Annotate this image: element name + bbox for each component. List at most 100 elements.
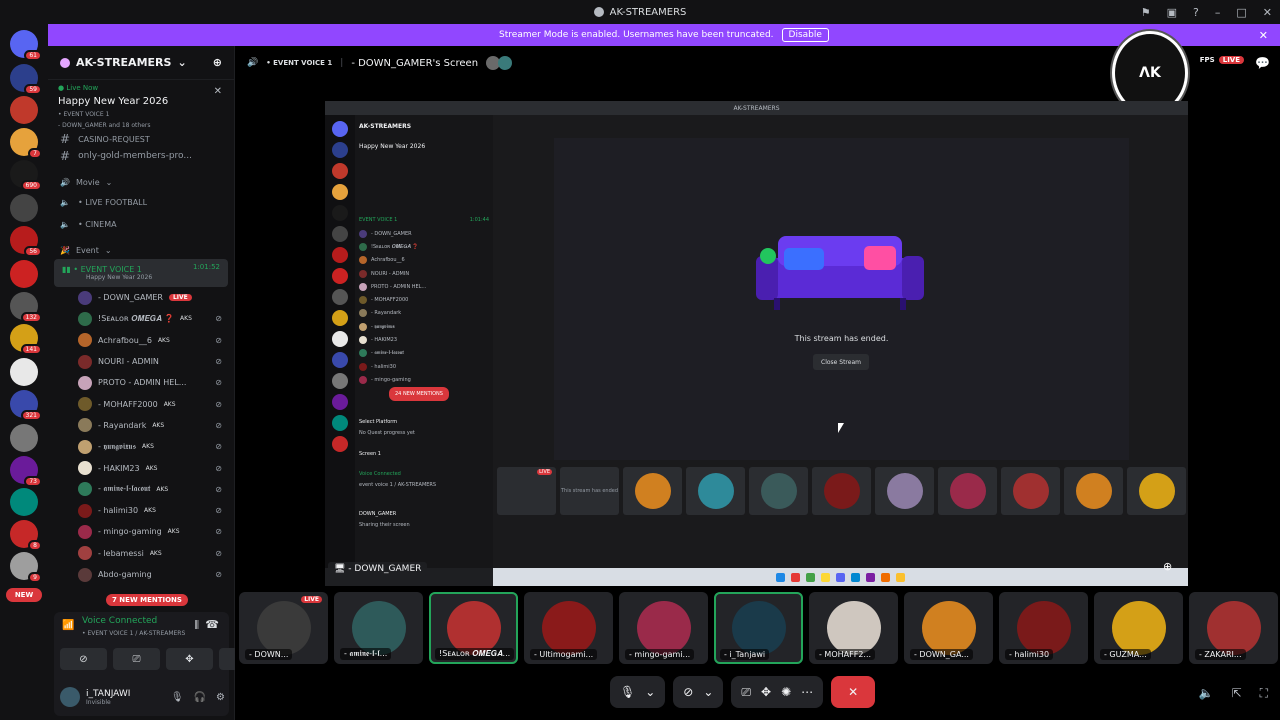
share-screen-button[interactable]: ⎚ — [113, 648, 160, 670]
voice-member[interactable]: !Sᴇᴀʟᴏʀ 𝑶𝑴𝑬𝑮𝑨 ❓ AKS ⊘ — [48, 308, 234, 329]
headphones-icon[interactable]: 🎧 — [194, 692, 206, 703]
participant-tile[interactable]: - ZAKARI... — [1189, 592, 1278, 664]
chevron-down-icon[interactable]: ⌄ — [703, 685, 713, 699]
more-icon[interactable]: ⋯ — [801, 685, 813, 699]
participant-tile[interactable]: - i_Tanjawi — [714, 592, 803, 664]
server-icon[interactable]: 61 — [10, 30, 42, 61]
avatar — [351, 601, 406, 655]
soundboard-icon[interactable]: ✺ — [781, 685, 791, 699]
participant-tile[interactable]: - DOWN... LIVE — [239, 592, 328, 664]
participant-tile[interactable]: - MOHAFF2... — [809, 592, 898, 664]
close-stream-button[interactable]: Close Stream — [813, 354, 869, 370]
fullscreen-icon[interactable]: ⛶ — [1260, 686, 1268, 701]
volume-icon[interactable]: 🔈 — [1199, 686, 1214, 701]
server-icon[interactable] — [10, 488, 38, 516]
voice-member[interactable]: - 𝖆𝖒𝖎𝖓𝖊-𝖑-𝖑𝖆𝖈𝖔𝖚𝖙 AKS ⊘ — [48, 479, 234, 500]
gear-icon[interactable]: ⚙ — [216, 692, 225, 703]
camera-off-button[interactable]: ⊘ — [60, 648, 107, 670]
voice-member[interactable]: - MOHAFF2000 AKS ⊘ — [48, 393, 234, 414]
voice-member[interactable]: - Rayandark AKS ⊘ — [48, 415, 234, 436]
voice-member[interactable]: Abdo-gaming ⊘ — [48, 564, 234, 585]
maximize-button[interactable]: □ — [1236, 6, 1246, 19]
server-icon[interactable] — [10, 194, 38, 222]
server-icon[interactable]: 7 — [10, 128, 42, 159]
server-icon[interactable] — [10, 424, 38, 452]
camera-off-icon[interactable]: ⊘ — [683, 685, 693, 699]
server-icon[interactable]: 141 — [10, 324, 42, 355]
channel-cut[interactable]: # CASINO-REQUEST — [48, 133, 234, 145]
server-header[interactable]: AK-STREAMERS ⌄ ⊕ — [48, 46, 234, 80]
server-icon[interactable]: 9 — [10, 552, 42, 583]
participant-tile[interactable]: - Ultimogami... — [524, 592, 613, 664]
avatar — [78, 375, 92, 390]
channel-football[interactable]: 🔈 • LIVE FOOTBALL — [48, 191, 234, 213]
participant-tile[interactable]: - mingo-gami... — [619, 592, 708, 664]
server-icon — [60, 57, 70, 68]
voice-member[interactable]: - 𝖞𝖚𝖓𝖌𝖛𝖎𝖝𝖚𝖘 AKS ⊘ — [48, 436, 234, 457]
channel-cinema[interactable]: 🔈 • CINEMA — [48, 213, 234, 235]
chevron-down-icon[interactable]: ⌄ — [645, 685, 655, 699]
close-banner-icon[interactable]: ✕ — [1259, 29, 1268, 42]
server-icon[interactable]: 59 — [10, 64, 42, 95]
server-icon[interactable] — [10, 96, 38, 124]
noise-icon[interactable]: ⫼ — [194, 620, 199, 631]
microphone-icon[interactable]: 🎙 — [620, 685, 635, 699]
participant-tile[interactable]: !Sᴇᴀʟᴏʀ 𝑶𝑴𝑬𝑮𝑨... — [429, 592, 518, 664]
channel-gold[interactable]: # only-gold-members-pro... — [48, 145, 234, 167]
participant-tile[interactable]: - GUZMA... — [1094, 592, 1183, 664]
new-badge[interactable]: NEW — [6, 588, 42, 602]
voice-member[interactable]: - lebamessi AKS ⊘ — [48, 543, 234, 564]
popout-icon[interactable]: ⇱ — [1232, 686, 1242, 701]
server-icon[interactable]: 73 — [10, 456, 42, 487]
category-event[interactable]: 🎉 Event ⌄ — [48, 241, 234, 259]
close-icon[interactable]: ✕ — [214, 86, 222, 97]
close-window-button[interactable]: ✕ — [1263, 6, 1272, 19]
server-icon[interactable]: 8 — [10, 520, 42, 551]
live-event-card[interactable]: ● Live Now Happy New Year 2026 • EVENT V… — [48, 80, 234, 133]
server-icon[interactable] — [10, 260, 38, 288]
participant-tile[interactable]: - halimi30 — [999, 592, 1088, 664]
server-icon[interactable]: 321 — [10, 390, 42, 421]
server-icon[interactable]: 56 — [10, 226, 42, 257]
participant-tile[interactable]: - 𝖆𝖒𝖎𝖓𝖊-𝖑-𝖑... — [334, 592, 423, 664]
camera-control[interactable]: ⊘ ⌄ — [673, 676, 724, 708]
category-movie[interactable]: 🔊 Movie ⌄ — [48, 173, 234, 191]
disconnect-icon[interactable]: ☎ — [205, 618, 219, 631]
add-member-icon[interactable]: ⊕ — [213, 56, 222, 69]
shared-screen[interactable]: AK-STREAMERS AK-STREAMERS Happy New Year… — [325, 101, 1188, 586]
microphone-icon[interactable]: 🎙 — [171, 692, 184, 703]
avatar — [359, 269, 367, 278]
voice-connected-sub[interactable]: • EVENT VOICE 1 / AK-STREAMERS — [82, 630, 185, 637]
voice-member[interactable]: NOURI - ADMIN ⊘ — [48, 351, 234, 372]
help-icon[interactable]: ? — [1193, 6, 1199, 19]
chat-icon[interactable]: 💬 — [1255, 56, 1270, 70]
activities-icon[interactable]: ✥ — [761, 685, 771, 699]
voice-member[interactable]: PROTO - ADMIN HEL... ⊘ — [48, 372, 234, 393]
activities-button[interactable]: ✥ — [166, 648, 213, 670]
chevron-down-icon: ⌄ — [177, 56, 187, 69]
minimize-button[interactable]: – — [1215, 6, 1221, 19]
monitor-icon[interactable]: ▣ — [1167, 6, 1177, 19]
server-icon[interactable]: 132 — [10, 292, 42, 323]
participant-tile[interactable]: - DOWN_GA... — [904, 592, 993, 664]
disable-button[interactable]: Disable — [781, 28, 829, 42]
leave-call-button[interactable]: ✕ — [831, 676, 876, 708]
mic-control[interactable]: 🎙 ⌄ — [610, 676, 666, 708]
voice-member[interactable]: - halimi30 AKS ⊘ — [48, 500, 234, 521]
channel-event-voice-1[interactable]: ▮▮ • EVENT VOICE 1 Happy New Year 2026 1… — [54, 259, 228, 287]
zoom-icon[interactable]: ⊕ — [1163, 560, 1172, 573]
member-tag: AKS — [180, 315, 192, 323]
server-icon[interactable]: 690 — [10, 160, 42, 191]
new-mentions-pill[interactable]: 7 NEW MENTIONS — [106, 594, 188, 606]
user-panel[interactable]: i_TANJAWI Invisible 🎙 🎧 ⚙ — [60, 682, 225, 712]
voice-member[interactable]: - mingo-gaming AKS ⊘ — [48, 521, 234, 542]
voice-member[interactable]: - DOWN_GAMER LIVE — [48, 287, 234, 308]
server-badge: 8 — [28, 540, 42, 551]
voice-member[interactable]: Achrafbou__6 AKS ⊘ — [48, 330, 234, 351]
share-screen-icon[interactable]: ⎚ — [741, 685, 751, 700]
server-icon[interactable] — [10, 358, 38, 386]
inbox-icon[interactable]: ⚑ — [1141, 6, 1151, 19]
voice-member[interactable]: - HAKIM23 AKS ⊘ — [48, 457, 234, 478]
avatar[interactable] — [60, 687, 80, 707]
voice-connected-label[interactable]: Voice Connected — [82, 616, 157, 626]
